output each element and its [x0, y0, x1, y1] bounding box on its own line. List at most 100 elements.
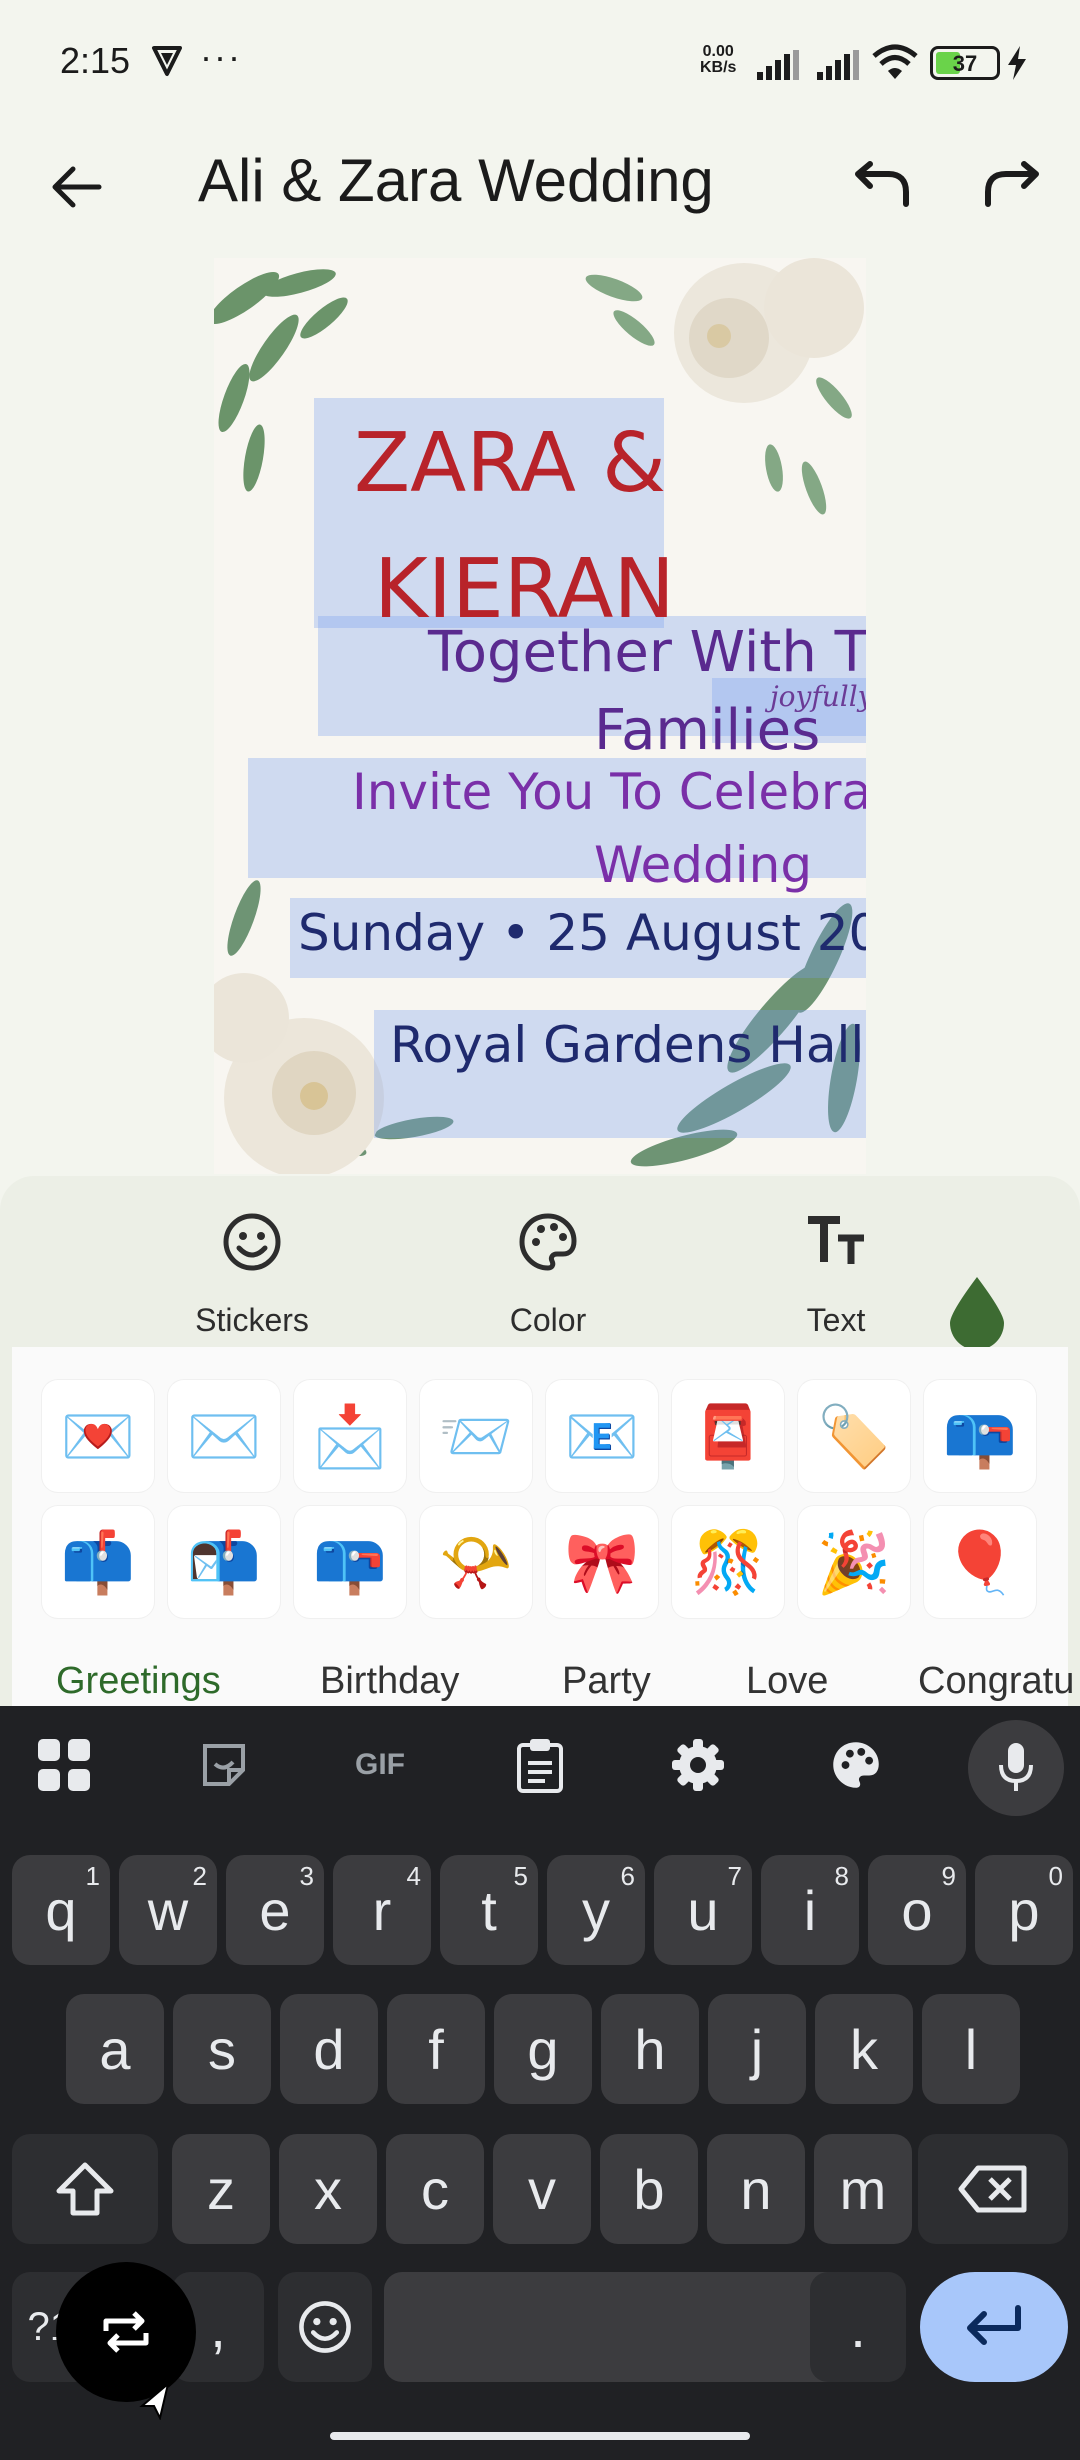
color-tool-button[interactable]: Color: [468, 1210, 628, 1338]
key-e[interactable]: e3: [226, 1855, 324, 1965]
wifi-icon: [872, 44, 918, 79]
emoji-key[interactable]: [278, 2272, 372, 2382]
key-q[interactable]: q1: [12, 1855, 110, 1965]
gif-button[interactable]: GIF: [348, 1733, 412, 1797]
invite-line-2[interactable]: Wedding: [594, 836, 812, 894]
apps-grid-icon[interactable]: [32, 1733, 96, 1797]
category-tab-congratulations[interactable]: Congratu: [918, 1660, 1074, 1703]
key-u[interactable]: u7: [654, 1855, 752, 1965]
battery-icon: 37: [930, 46, 1000, 80]
color-label: Color: [509, 1302, 587, 1338]
key-v[interactable]: v: [493, 2134, 591, 2244]
shift-icon: [56, 2162, 114, 2216]
page-title: Ali & Zara Wedding: [198, 147, 714, 214]
key-s[interactable]: s: [173, 1994, 271, 2104]
sticker-cell[interactable]: 📪: [924, 1380, 1036, 1492]
net-speed: 0.00 KB/s: [700, 43, 737, 76]
vpn-shield-icon: [152, 46, 182, 76]
key-c[interactable]: c: [386, 2134, 484, 2244]
sticker-cell[interactable]: ✉️: [168, 1380, 280, 1492]
redo-icon[interactable]: [980, 160, 1044, 210]
text-tool-button[interactable]: Text: [756, 1210, 916, 1338]
settings-gear-icon[interactable]: [666, 1733, 730, 1797]
sticker-cell[interactable]: 📧: [546, 1380, 658, 1492]
key-k[interactable]: k: [815, 1994, 913, 2104]
status-time: 2:15: [60, 40, 131, 81]
swap-icon: [103, 2311, 149, 2353]
key-p[interactable]: p0: [975, 1855, 1073, 1965]
key-y[interactable]: y6: [547, 1855, 645, 1965]
sticker-cell[interactable]: 🎊: [672, 1506, 784, 1618]
smiley-icon: [223, 1213, 281, 1271]
emoji-icon: [299, 2301, 351, 2353]
sticker-cell[interactable]: 💌: [42, 1380, 154, 1492]
key-i[interactable]: i8: [761, 1855, 859, 1965]
invitation-card-canvas[interactable]: ZARA & KIERAN Together With T joyfully i…: [214, 258, 866, 1174]
sticker-cell[interactable]: 📮: [672, 1380, 784, 1492]
color-drop-icon[interactable]: [946, 1275, 1008, 1351]
sticker-cell[interactable]: 📩: [294, 1380, 406, 1492]
key-h[interactable]: h: [601, 1994, 699, 2104]
category-tab-party[interactable]: Party: [562, 1660, 651, 1703]
key-l[interactable]: l: [922, 1994, 1020, 2104]
enter-key[interactable]: [920, 2272, 1068, 2382]
key-w[interactable]: w2: [119, 1855, 217, 1965]
microphone-button[interactable]: [968, 1720, 1064, 1816]
shift-key[interactable]: [12, 2134, 158, 2244]
date-text[interactable]: Sunday • 25 August 2025: [298, 904, 866, 962]
text-size-icon: [808, 1216, 864, 1264]
sticker-cell[interactable]: 🎉: [798, 1506, 910, 1618]
key-g[interactable]: g: [494, 1994, 592, 2104]
status-bar: 2:15 ··· 0.00 KB/s 37: [0, 0, 1080, 130]
sticker-cell[interactable]: 📯: [420, 1506, 532, 1618]
sticker-cell[interactable]: 📫: [42, 1506, 154, 1618]
sticker-cell[interactable]: 🎀: [546, 1506, 658, 1618]
key-m[interactable]: m: [814, 2134, 912, 2244]
status-more: ···: [200, 36, 242, 77]
sticker-cell[interactable]: 🏷️: [798, 1380, 910, 1492]
stickers-label: Stickers: [195, 1302, 309, 1338]
enter-arrow-icon: [967, 2305, 1021, 2345]
together-line-2[interactable]: Families: [594, 698, 820, 763]
sticker-icon[interactable]: [192, 1733, 256, 1797]
key-a[interactable]: a: [66, 1994, 164, 2104]
sticker-cell[interactable]: 📬: [168, 1506, 280, 1618]
home-indicator: [330, 2432, 750, 2440]
key-f[interactable]: f: [387, 1994, 485, 2104]
clipboard-icon[interactable]: [508, 1733, 572, 1797]
key-z[interactable]: z: [172, 2134, 270, 2244]
backspace-key[interactable]: [918, 2134, 1068, 2244]
venue-text[interactable]: Royal Gardens Hall,: [390, 1016, 866, 1074]
backspace-icon: [958, 2165, 1027, 2213]
key-x[interactable]: x: [279, 2134, 377, 2244]
key-r[interactable]: r4: [333, 1855, 431, 1965]
category-tab-love[interactable]: Love: [746, 1660, 828, 1703]
sticker-cell[interactable]: 🎈: [924, 1506, 1036, 1618]
key-b[interactable]: b: [600, 2134, 698, 2244]
key-j[interactable]: j: [708, 1994, 806, 2104]
sticker-cell[interactable]: 📪: [294, 1506, 406, 1618]
names-line-1[interactable]: ZARA &: [354, 416, 666, 511]
key-n[interactable]: n: [707, 2134, 805, 2244]
cursor-pointer-icon: [139, 2381, 170, 2420]
sticker-cell[interactable]: 📨: [420, 1380, 532, 1492]
period-key[interactable]: .: [810, 2272, 906, 2382]
key-d[interactable]: d: [280, 1994, 378, 2104]
signal-icon: [757, 50, 799, 80]
charging-icon: [1008, 46, 1026, 80]
category-tab-birthday[interactable]: Birthday: [320, 1660, 459, 1703]
undo-icon[interactable]: [850, 160, 914, 210]
back-arrow-icon[interactable]: [45, 155, 109, 219]
stickers-tool-button[interactable]: Stickers: [172, 1210, 332, 1338]
palette-icon[interactable]: [824, 1733, 888, 1797]
key-o[interactable]: o9: [868, 1855, 966, 1965]
floating-switch-button[interactable]: [56, 2262, 196, 2402]
together-line-1[interactable]: Together With T: [428, 620, 866, 685]
text-label: Text: [806, 1302, 866, 1338]
key-t[interactable]: t5: [440, 1855, 538, 1965]
invite-line-1[interactable]: Invite You To Celebra: [352, 763, 866, 821]
signal-icon: [817, 50, 859, 80]
microphone-icon: [999, 1743, 1033, 1791]
palette-icon: [519, 1213, 577, 1271]
category-tab-greetings[interactable]: Greetings: [56, 1660, 221, 1703]
